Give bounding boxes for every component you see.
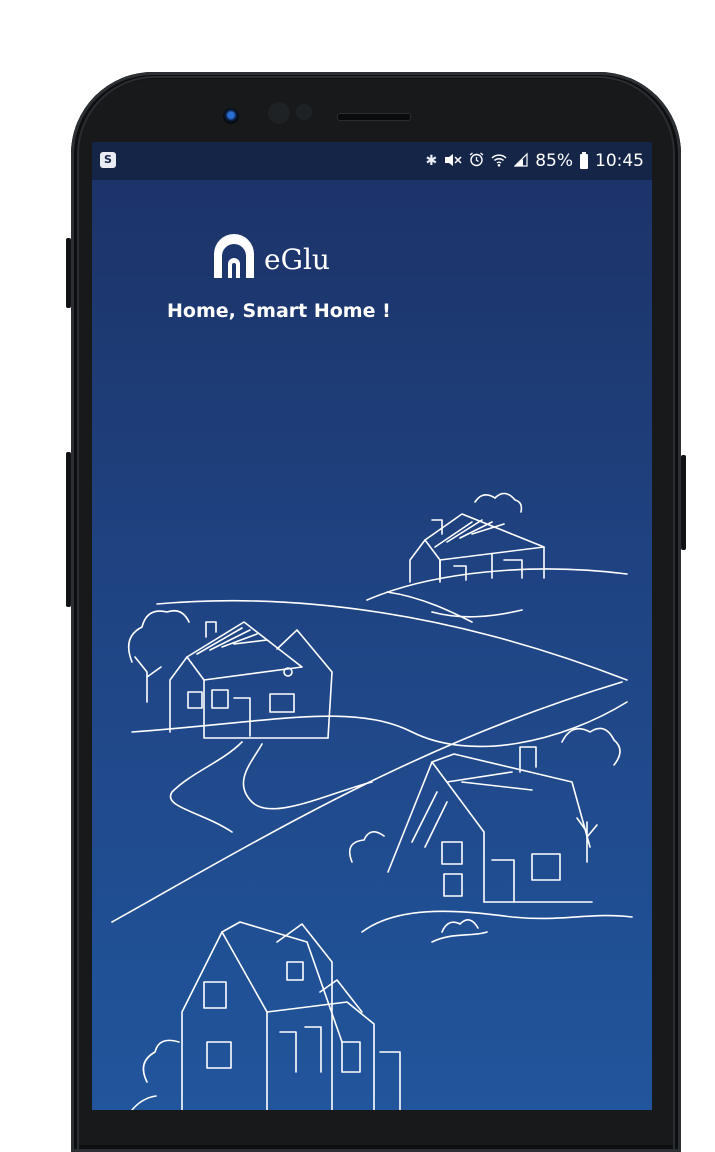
bottom-house-drawing — [131, 921, 401, 1110]
mid-left-house-drawing — [127, 609, 333, 739]
ambient-sensor — [296, 104, 312, 120]
app-screen: S ✱ 85% 10:45 eGlu Home, Smart Home ! — [92, 142, 652, 1110]
volume-down-button — [66, 452, 71, 607]
front-camera-icon — [223, 108, 239, 124]
volume-up-button — [66, 238, 71, 308]
proximity-sensor — [268, 102, 290, 124]
earpiece-speaker — [337, 113, 411, 121]
houses-landscape-illustration — [111, 492, 633, 1110]
right-house-drawing — [348, 727, 621, 903]
power-button — [681, 455, 686, 550]
